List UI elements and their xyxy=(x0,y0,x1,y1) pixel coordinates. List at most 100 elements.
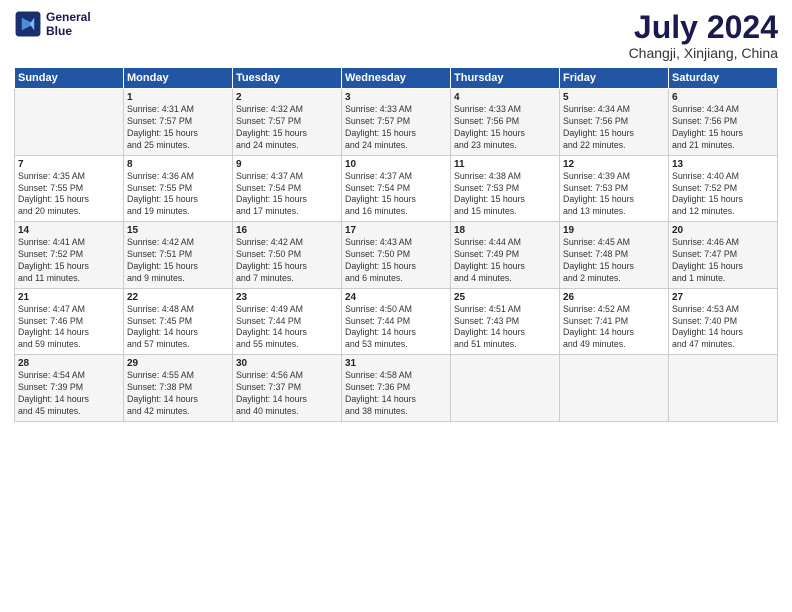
day-number: 25 xyxy=(454,292,556,303)
day-info: Sunrise: 4:43 AM Sunset: 7:50 PM Dayligh… xyxy=(345,237,447,285)
header-monday: Monday xyxy=(124,68,233,89)
calendar-subtitle: Changji, Xinjiang, China xyxy=(629,45,778,61)
title-block: July 2024 Changji, Xinjiang, China xyxy=(629,10,778,61)
calendar-title: July 2024 xyxy=(629,10,778,45)
calendar-cell: 13Sunrise: 4:40 AM Sunset: 7:52 PM Dayli… xyxy=(669,155,778,222)
day-info: Sunrise: 4:41 AM Sunset: 7:52 PM Dayligh… xyxy=(18,237,120,285)
day-info: Sunrise: 4:44 AM Sunset: 7:49 PM Dayligh… xyxy=(454,237,556,285)
day-info: Sunrise: 4:45 AM Sunset: 7:48 PM Dayligh… xyxy=(563,237,665,285)
calendar-cell xyxy=(560,355,669,422)
day-info: Sunrise: 4:54 AM Sunset: 7:39 PM Dayligh… xyxy=(18,370,120,418)
day-number: 13 xyxy=(672,159,774,170)
calendar-cell: 22Sunrise: 4:48 AM Sunset: 7:45 PM Dayli… xyxy=(124,288,233,355)
day-number: 8 xyxy=(127,159,229,170)
day-number: 2 xyxy=(236,92,338,103)
calendar-cell: 28Sunrise: 4:54 AM Sunset: 7:39 PM Dayli… xyxy=(15,355,124,422)
calendar-cell: 14Sunrise: 4:41 AM Sunset: 7:52 PM Dayli… xyxy=(15,222,124,289)
calendar-cell: 6Sunrise: 4:34 AM Sunset: 7:56 PM Daylig… xyxy=(669,89,778,156)
day-number: 17 xyxy=(345,225,447,236)
day-info: Sunrise: 4:37 AM Sunset: 7:54 PM Dayligh… xyxy=(345,171,447,219)
day-number: 22 xyxy=(127,292,229,303)
calendar-cell: 18Sunrise: 4:44 AM Sunset: 7:49 PM Dayli… xyxy=(451,222,560,289)
calendar-cell: 29Sunrise: 4:55 AM Sunset: 7:38 PM Dayli… xyxy=(124,355,233,422)
day-number: 7 xyxy=(18,159,120,170)
calendar-header-row: SundayMondayTuesdayWednesdayThursdayFrid… xyxy=(15,68,778,89)
calendar-cell: 15Sunrise: 4:42 AM Sunset: 7:51 PM Dayli… xyxy=(124,222,233,289)
calendar-cell xyxy=(669,355,778,422)
day-info: Sunrise: 4:33 AM Sunset: 7:57 PM Dayligh… xyxy=(345,104,447,152)
calendar-cell: 10Sunrise: 4:37 AM Sunset: 7:54 PM Dayli… xyxy=(342,155,451,222)
day-number: 21 xyxy=(18,292,120,303)
day-info: Sunrise: 4:58 AM Sunset: 7:36 PM Dayligh… xyxy=(345,370,447,418)
calendar-cell: 19Sunrise: 4:45 AM Sunset: 7:48 PM Dayli… xyxy=(560,222,669,289)
calendar-cell: 5Sunrise: 4:34 AM Sunset: 7:56 PM Daylig… xyxy=(560,89,669,156)
week-row-1: 1Sunrise: 4:31 AM Sunset: 7:57 PM Daylig… xyxy=(15,89,778,156)
calendar-cell: 27Sunrise: 4:53 AM Sunset: 7:40 PM Dayli… xyxy=(669,288,778,355)
day-number: 12 xyxy=(563,159,665,170)
day-number: 9 xyxy=(236,159,338,170)
day-number: 31 xyxy=(345,358,447,369)
day-info: Sunrise: 4:33 AM Sunset: 7:56 PM Dayligh… xyxy=(454,104,556,152)
header-saturday: Saturday xyxy=(669,68,778,89)
day-number: 16 xyxy=(236,225,338,236)
calendar-cell: 11Sunrise: 4:38 AM Sunset: 7:53 PM Dayli… xyxy=(451,155,560,222)
day-number: 23 xyxy=(236,292,338,303)
day-info: Sunrise: 4:40 AM Sunset: 7:52 PM Dayligh… xyxy=(672,171,774,219)
day-info: Sunrise: 4:42 AM Sunset: 7:51 PM Dayligh… xyxy=(127,237,229,285)
day-number: 10 xyxy=(345,159,447,170)
day-info: Sunrise: 4:32 AM Sunset: 7:57 PM Dayligh… xyxy=(236,104,338,152)
calendar-cell: 26Sunrise: 4:52 AM Sunset: 7:41 PM Dayli… xyxy=(560,288,669,355)
day-info: Sunrise: 4:48 AM Sunset: 7:45 PM Dayligh… xyxy=(127,304,229,352)
day-number: 24 xyxy=(345,292,447,303)
calendar-table: SundayMondayTuesdayWednesdayThursdayFrid… xyxy=(14,67,778,422)
calendar-cell: 2Sunrise: 4:32 AM Sunset: 7:57 PM Daylig… xyxy=(233,89,342,156)
week-row-2: 7Sunrise: 4:35 AM Sunset: 7:55 PM Daylig… xyxy=(15,155,778,222)
day-info: Sunrise: 4:37 AM Sunset: 7:54 PM Dayligh… xyxy=(236,171,338,219)
day-info: Sunrise: 4:31 AM Sunset: 7:57 PM Dayligh… xyxy=(127,104,229,152)
day-info: Sunrise: 4:52 AM Sunset: 7:41 PM Dayligh… xyxy=(563,304,665,352)
day-number: 6 xyxy=(672,92,774,103)
day-info: Sunrise: 4:49 AM Sunset: 7:44 PM Dayligh… xyxy=(236,304,338,352)
week-row-3: 14Sunrise: 4:41 AM Sunset: 7:52 PM Dayli… xyxy=(15,222,778,289)
day-info: Sunrise: 4:36 AM Sunset: 7:55 PM Dayligh… xyxy=(127,171,229,219)
logo-text: General Blue xyxy=(46,10,91,39)
calendar-cell: 21Sunrise: 4:47 AM Sunset: 7:46 PM Dayli… xyxy=(15,288,124,355)
day-number: 15 xyxy=(127,225,229,236)
day-info: Sunrise: 4:53 AM Sunset: 7:40 PM Dayligh… xyxy=(672,304,774,352)
calendar-cell: 16Sunrise: 4:42 AM Sunset: 7:50 PM Dayli… xyxy=(233,222,342,289)
calendar-cell xyxy=(451,355,560,422)
calendar-cell: 3Sunrise: 4:33 AM Sunset: 7:57 PM Daylig… xyxy=(342,89,451,156)
day-number: 19 xyxy=(563,225,665,236)
day-info: Sunrise: 4:50 AM Sunset: 7:44 PM Dayligh… xyxy=(345,304,447,352)
calendar-cell: 12Sunrise: 4:39 AM Sunset: 7:53 PM Dayli… xyxy=(560,155,669,222)
day-info: Sunrise: 4:42 AM Sunset: 7:50 PM Dayligh… xyxy=(236,237,338,285)
day-info: Sunrise: 4:55 AM Sunset: 7:38 PM Dayligh… xyxy=(127,370,229,418)
day-number: 20 xyxy=(672,225,774,236)
calendar-cell: 20Sunrise: 4:46 AM Sunset: 7:47 PM Dayli… xyxy=(669,222,778,289)
week-row-5: 28Sunrise: 4:54 AM Sunset: 7:39 PM Dayli… xyxy=(15,355,778,422)
day-number: 4 xyxy=(454,92,556,103)
day-info: Sunrise: 4:38 AM Sunset: 7:53 PM Dayligh… xyxy=(454,171,556,219)
day-info: Sunrise: 4:35 AM Sunset: 7:55 PM Dayligh… xyxy=(18,171,120,219)
header-friday: Friday xyxy=(560,68,669,89)
day-number: 29 xyxy=(127,358,229,369)
day-number: 5 xyxy=(563,92,665,103)
day-info: Sunrise: 4:47 AM Sunset: 7:46 PM Dayligh… xyxy=(18,304,120,352)
logo-icon xyxy=(14,10,42,38)
day-info: Sunrise: 4:34 AM Sunset: 7:56 PM Dayligh… xyxy=(672,104,774,152)
calendar-cell: 25Sunrise: 4:51 AM Sunset: 7:43 PM Dayli… xyxy=(451,288,560,355)
day-info: Sunrise: 4:56 AM Sunset: 7:37 PM Dayligh… xyxy=(236,370,338,418)
calendar-cell: 8Sunrise: 4:36 AM Sunset: 7:55 PM Daylig… xyxy=(124,155,233,222)
calendar-cell: 9Sunrise: 4:37 AM Sunset: 7:54 PM Daylig… xyxy=(233,155,342,222)
day-info: Sunrise: 4:51 AM Sunset: 7:43 PM Dayligh… xyxy=(454,304,556,352)
header-thursday: Thursday xyxy=(451,68,560,89)
day-number: 30 xyxy=(236,358,338,369)
day-number: 11 xyxy=(454,159,556,170)
calendar-cell: 30Sunrise: 4:56 AM Sunset: 7:37 PM Dayli… xyxy=(233,355,342,422)
week-row-4: 21Sunrise: 4:47 AM Sunset: 7:46 PM Dayli… xyxy=(15,288,778,355)
header: General Blue July 2024 Changji, Xinjiang… xyxy=(14,10,778,61)
calendar-cell: 7Sunrise: 4:35 AM Sunset: 7:55 PM Daylig… xyxy=(15,155,124,222)
calendar-cell: 31Sunrise: 4:58 AM Sunset: 7:36 PM Dayli… xyxy=(342,355,451,422)
day-number: 26 xyxy=(563,292,665,303)
day-number: 28 xyxy=(18,358,120,369)
